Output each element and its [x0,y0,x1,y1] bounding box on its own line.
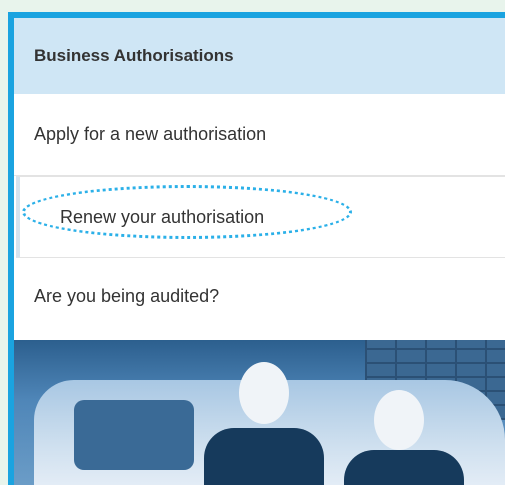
menu-item-renew[interactable]: Renew your authorisation [16,176,505,258]
menu-item-apply[interactable]: Apply for a new authorisation [14,94,505,176]
menu-item-apply-label: Apply for a new authorisation [34,124,267,144]
menu-item-renew-label: Renew your authorisation [60,206,265,227]
tradespeople-photo [14,340,505,485]
van-window [74,400,194,470]
panel-title: Business Authorisations [34,46,234,65]
panel-header: Business Authorisations [14,18,505,94]
business-authorisations-panel: Business Authorisations Apply for a new … [8,12,505,485]
menu-item-audit-label: Are you being audited? [34,285,220,306]
menu-item-audit[interactable]: Are you being audited? [14,258,505,334]
